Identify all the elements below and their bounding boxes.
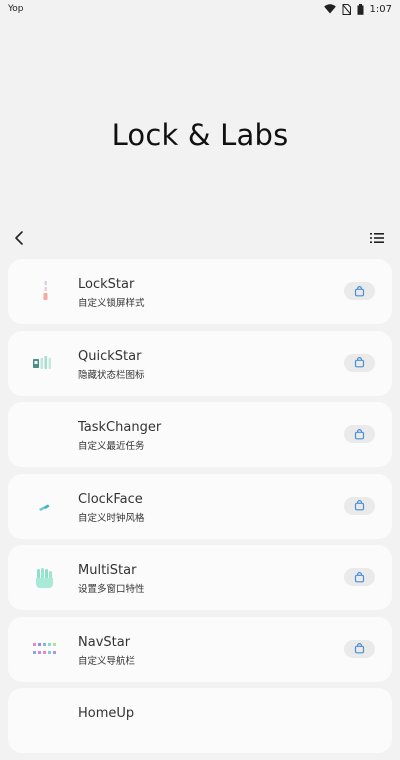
list-icon [370, 233, 384, 243]
item-subtitle: 隐藏状态栏图标 [78, 369, 145, 381]
taskchanger-icon [30, 420, 60, 450]
list-item-quickstar[interactable]: QuickStar 隐藏状态栏图标 [8, 330, 392, 396]
toolbar [0, 226, 400, 250]
battery-icon [357, 3, 364, 15]
wifi-icon [323, 4, 336, 14]
item-action-button[interactable] [344, 639, 375, 658]
item-title: NavStar [78, 634, 131, 650]
homeup-icon [30, 706, 60, 736]
list-item-multistar[interactable]: MultiStar 设置多窗口特性 [8, 545, 392, 610]
bag-icon [354, 500, 365, 511]
item-subtitle: 自定义锁屏样式 [78, 298, 145, 309]
item-title: TaskChanger [78, 420, 162, 435]
list-item-lockstar[interactable]: LockStar 自定义锁屏样式 [8, 259, 392, 324]
bag-icon [354, 285, 365, 296]
item-action-button[interactable] [344, 496, 375, 515]
clockface-icon [30, 492, 60, 522]
item-title: ClockFace [78, 491, 143, 507]
item-title: MultiStar [78, 563, 137, 578]
status-icons: 1:07 [323, 3, 392, 15]
item-subtitle: 设置多窗口特性 [78, 584, 145, 595]
item-action-button[interactable] [344, 282, 375, 300]
module-list: LockStar 自定义锁屏样式 QuickStar 隐藏状态栏图标 TaskC… [8, 259, 392, 760]
status-time: 1:07 [369, 3, 392, 15]
list-view-button[interactable] [368, 229, 386, 247]
chevron-left-icon [15, 231, 23, 245]
item-title: QuickStar [78, 348, 142, 364]
navstar-icon [30, 635, 60, 665]
status-left-text: Yop [8, 4, 24, 14]
item-subtitle: 自定义导航栏 [78, 655, 136, 667]
item-title: LockStar [78, 277, 135, 292]
item-title: HomeUp [78, 706, 135, 721]
item-action-button[interactable] [344, 425, 375, 443]
list-item-homeup[interactable]: HomeUp [8, 688, 392, 753]
item-action-button[interactable] [344, 568, 375, 586]
bag-icon [354, 357, 365, 368]
no-sim-icon [342, 3, 351, 15]
back-button[interactable] [10, 228, 30, 248]
lockstar-icon [30, 277, 60, 307]
item-subtitle: 自定义时钟风格 [78, 512, 145, 524]
multistar-icon [30, 563, 60, 593]
bag-icon [354, 571, 365, 582]
list-item-navstar[interactable]: NavStar 自定义导航栏 [8, 616, 392, 682]
item-action-button[interactable] [344, 353, 375, 372]
item-subtitle: 自定义最近任务 [78, 441, 145, 452]
bag-icon [354, 643, 365, 654]
quickstar-icon [30, 349, 60, 379]
list-item-taskchanger[interactable]: TaskChanger 自定义最近任务 [8, 402, 392, 467]
bag-icon [354, 428, 365, 439]
page-title: Lock & Labs [111, 118, 289, 152]
list-item-clockface[interactable]: ClockFace 自定义时钟风格 [8, 473, 392, 539]
status-bar: Yop 1:07 [0, 0, 400, 18]
